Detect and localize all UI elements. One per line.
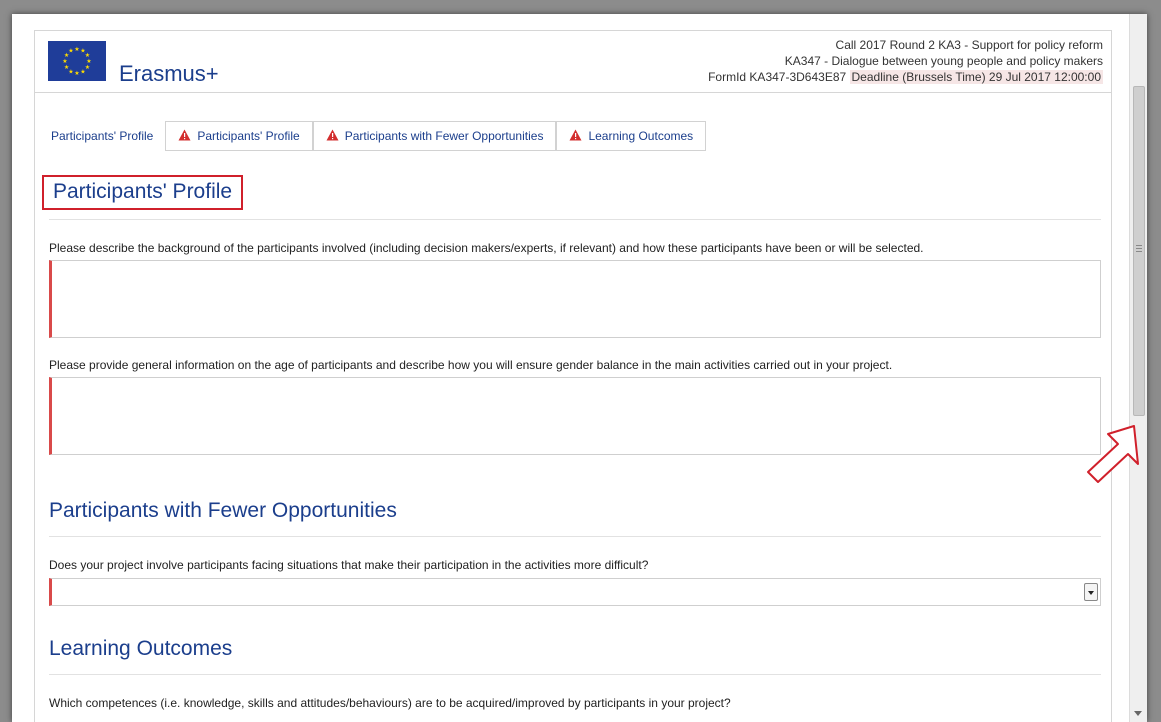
question-age-gender: Please provide general information on th…: [49, 358, 893, 372]
fewer-opportunities-select[interactable]: [49, 578, 1101, 606]
section-title-participants-profile: Participants' Profile: [42, 175, 244, 210]
call-line: Call 2017 Round 2 KA3 - Support for poli…: [835, 38, 1103, 52]
scroll-down-arrow-icon[interactable]: [1134, 711, 1142, 716]
svg-text:★: ★: [68, 48, 73, 55]
svg-text:★: ★: [74, 70, 79, 77]
scroll-grip-icon: [1136, 245, 1142, 254]
svg-text:★: ★: [64, 64, 69, 71]
dropdown-arrow-icon[interactable]: [1084, 583, 1098, 601]
tab-participants-profile[interactable]: Participants' Profile: [165, 121, 313, 151]
tab-bar: Participants' Profile Participants' Prof…: [41, 121, 707, 151]
background-textarea[interactable]: [49, 260, 1101, 338]
tab-participants-profile-active[interactable]: Participants' Profile: [41, 121, 166, 151]
divider: [49, 536, 1101, 537]
age-gender-textarea[interactable]: [49, 377, 1101, 455]
warning-icon: [326, 129, 339, 144]
brand-name: Erasmus+: [119, 61, 219, 86]
question-background: Please describe the background of the pa…: [49, 241, 924, 255]
warning-icon: [178, 129, 191, 144]
tab-label: Learning Outcomes: [588, 129, 694, 143]
page-header: ★ ★ ★ ★ ★ ★ ★ ★ ★ ★ ★ ★ Erasmus+ Call 2017 Round…: [34, 30, 1112, 92]
call-info: Call 2017 Round 2 KA3 - Support for poli…: [708, 37, 1103, 85]
divider: [49, 219, 1101, 220]
tab-label: Participants' Profile: [51, 129, 154, 143]
action-line: KA347 - Dialogue between young people an…: [784, 54, 1103, 68]
form-id-deadline-line: FormId KA347-3D643E87 Deadline (Brussels…: [708, 69, 1103, 85]
question-competences: Which competences (i.e. knowledge, skill…: [49, 696, 731, 710]
svg-text:★: ★: [80, 68, 85, 75]
eu-flag-logo: ★ ★ ★ ★ ★ ★ ★ ★ ★ ★ ★ ★: [48, 41, 106, 81]
section-title-learning-outcomes: Learning Outcomes: [49, 637, 233, 660]
question-fewer-opportunities: Does your project involve participants f…: [49, 558, 649, 572]
tab-learning-outcomes[interactable]: Learning Outcomes: [556, 121, 707, 151]
section-title-fewer-opportunities: Participants with Fewer Opportunities: [49, 499, 397, 522]
browser-window: ★ ★ ★ ★ ★ ★ ★ ★ ★ ★ ★ ★ Erasmus+ Call 2017 Round…: [12, 14, 1147, 722]
warning-icon: [569, 129, 582, 144]
tab-label: Participants' Profile: [197, 129, 300, 143]
form-content: Participants' Profile Participants' Prof…: [34, 92, 1112, 722]
pointer-arrow-icon: [1087, 425, 1139, 483]
deadline: Deadline (Brussels Time) 29 Jul 2017 12:…: [849, 70, 1103, 84]
form-id: FormId KA347-3D643E87: [708, 70, 847, 84]
scrollbar-thumb[interactable]: [1133, 86, 1145, 416]
svg-text:★: ★: [62, 58, 67, 65]
svg-text:★: ★: [74, 46, 79, 53]
tab-fewer-opportunities[interactable]: Participants with Fewer Opportunities: [312, 121, 557, 151]
divider: [49, 674, 1101, 675]
tab-label: Participants with Fewer Opportunities: [344, 129, 544, 143]
vertical-scrollbar[interactable]: [1129, 14, 1147, 722]
